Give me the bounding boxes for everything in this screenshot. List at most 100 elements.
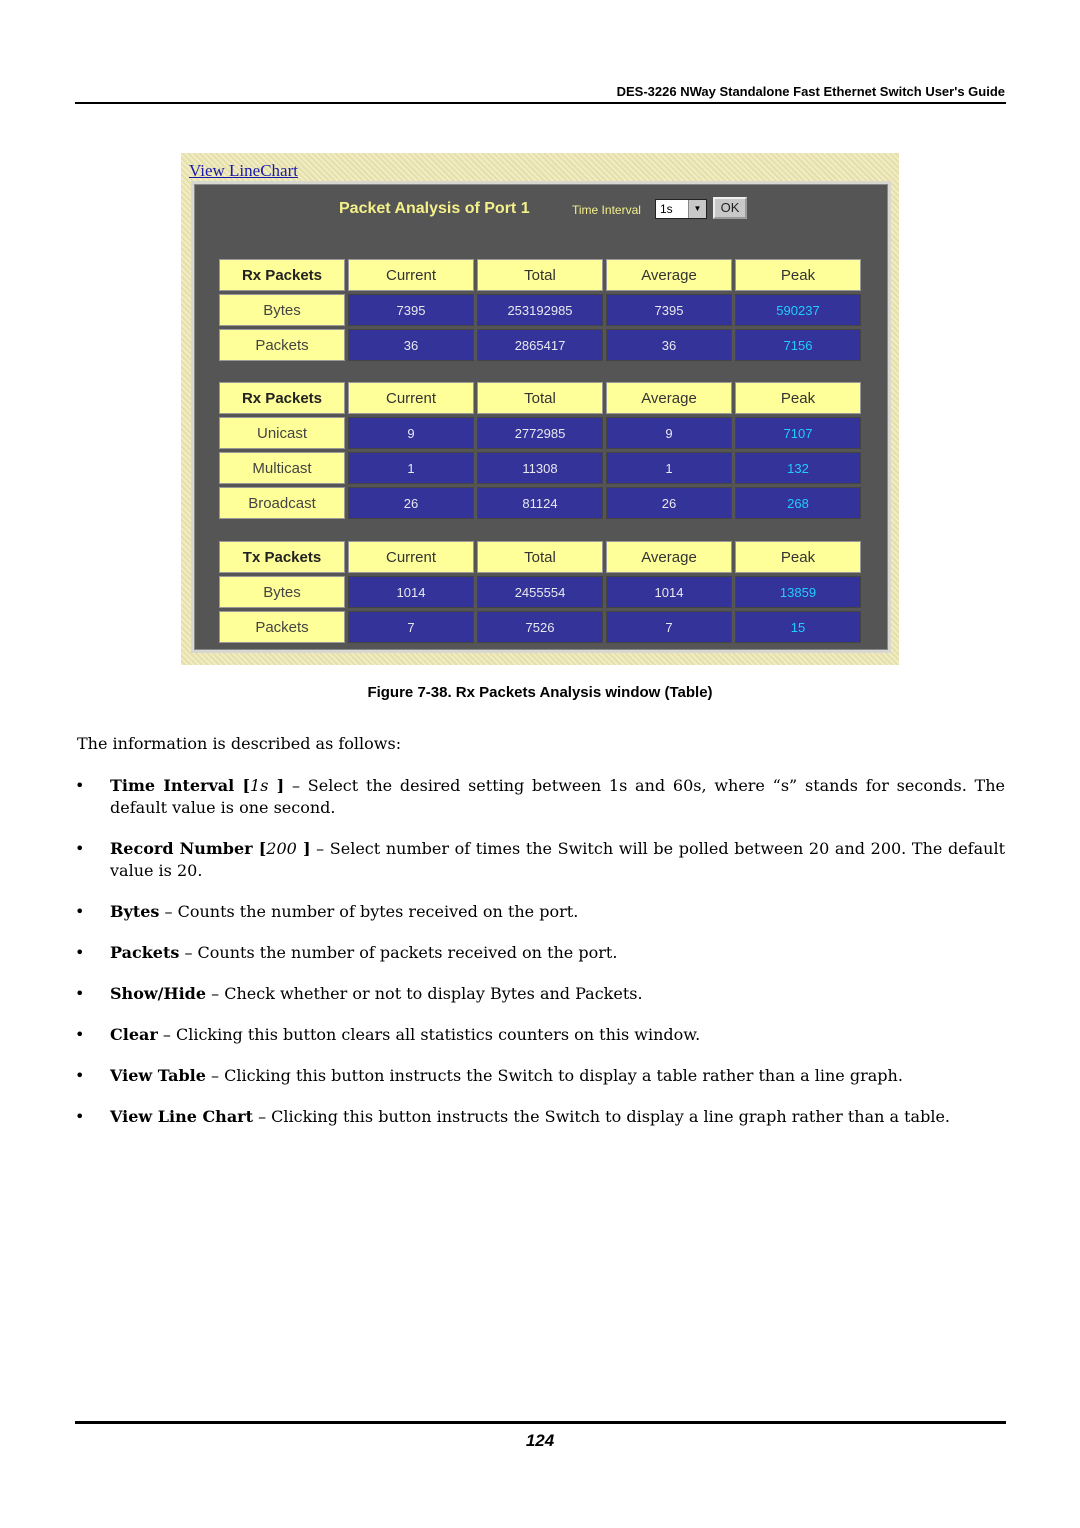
table-row: Bytes 7395 253192985 7395 590237 bbox=[219, 294, 861, 326]
figure-screenshot: View LineChart Packet Analysis of Port 1… bbox=[181, 153, 899, 665]
column-header: Current bbox=[348, 382, 474, 414]
peak-value-cell: 132 bbox=[735, 452, 861, 484]
packet-analysis-panel: Packet Analysis of Port 1 Time Interval … bbox=[191, 181, 891, 653]
ok-button[interactable]: OK bbox=[713, 197, 747, 219]
table-row: Bytes 1014 2455554 1014 13859 bbox=[219, 576, 861, 608]
table-title: Tx Packets bbox=[219, 541, 345, 573]
column-header: Total bbox=[477, 541, 603, 573]
column-header: Peak bbox=[735, 382, 861, 414]
column-header: Peak bbox=[735, 541, 861, 573]
time-interval-value: 1s bbox=[660, 202, 673, 216]
column-header: Peak bbox=[735, 259, 861, 291]
value-cell: 1 bbox=[606, 452, 732, 484]
value-cell: 81124 bbox=[477, 487, 603, 519]
time-interval-label: Time Interval bbox=[572, 203, 641, 217]
value-cell: 7 bbox=[606, 611, 732, 643]
bullet-icon: • bbox=[75, 902, 85, 921]
table-row: Unicast 9 2772985 9 7107 bbox=[219, 417, 861, 449]
figure-caption: Figure 7-38. Rx Packets Analysis window … bbox=[367, 684, 713, 701]
table-title: Rx Packets bbox=[219, 259, 345, 291]
list-item: • View Table – Clicking this button instr… bbox=[75, 1065, 1005, 1087]
rx-packets-bytes-table: Rx Packets Current Total Average Peak Bytes 73… bbox=[216, 256, 864, 364]
list-item: • Packets – Counts the number of packets … bbox=[75, 942, 1005, 964]
bullet-icon: • bbox=[75, 1025, 85, 1044]
value-cell: 2455554 bbox=[477, 576, 603, 608]
peak-value-cell: 268 bbox=[735, 487, 861, 519]
column-header: Total bbox=[477, 382, 603, 414]
value-cell: 26 bbox=[348, 487, 474, 519]
list-item-term: Bytes bbox=[110, 902, 160, 921]
table-header-row: Tx Packets Current Total Average Peak bbox=[219, 541, 861, 573]
value-cell: 1014 bbox=[606, 576, 732, 608]
bullet-icon: • bbox=[75, 839, 85, 858]
peak-value-cell: 13859 bbox=[735, 576, 861, 608]
list-item-term: Record Number [ bbox=[110, 839, 267, 858]
bullet-icon: • bbox=[75, 776, 85, 795]
list-item: • Show/Hide – Check whether or not to dis… bbox=[75, 983, 1005, 1005]
peak-value-cell: 590237 bbox=[735, 294, 861, 326]
row-label: Packets bbox=[219, 329, 345, 361]
list-item-text: – Clicking this button instructs the Swi… bbox=[205, 1066, 903, 1085]
description-list: • Time Interval [1s ] – Select the desire… bbox=[75, 775, 1005, 1147]
list-item-text: – Counts the number of bytes received on… bbox=[159, 902, 579, 921]
column-header: Average bbox=[606, 259, 732, 291]
value-cell: 36 bbox=[606, 329, 732, 361]
list-item: • Time Interval [1s ] – Select the desire… bbox=[75, 775, 1005, 819]
list-item-default-value: 1s bbox=[250, 776, 269, 795]
value-cell: 9 bbox=[348, 417, 474, 449]
page-number: 124 bbox=[525, 1431, 555, 1450]
row-label: Bytes bbox=[219, 294, 345, 326]
value-cell: 11308 bbox=[477, 452, 603, 484]
table-title: Rx Packets bbox=[219, 382, 345, 414]
value-cell: 1014 bbox=[348, 576, 474, 608]
column-header: Current bbox=[348, 259, 474, 291]
column-header: Average bbox=[606, 541, 732, 573]
view-linechart-link[interactable]: View LineChart bbox=[189, 161, 298, 181]
list-item: • View Line Chart – Clicking this button … bbox=[75, 1106, 1005, 1128]
value-cell: 7395 bbox=[606, 294, 732, 326]
list-item-text: – Counts the number of packets received … bbox=[179, 943, 618, 962]
list-item-term-end: ] bbox=[296, 839, 311, 858]
list-item-text: – Check whether or not to display Bytes … bbox=[206, 984, 643, 1003]
table-row: Multicast 1 11308 1 132 bbox=[219, 452, 861, 484]
row-label: Packets bbox=[219, 611, 345, 643]
table-row: Broadcast 26 81124 26 268 bbox=[219, 487, 861, 519]
chevron-down-icon[interactable]: ▼ bbox=[688, 200, 706, 218]
peak-value-cell: 7107 bbox=[735, 417, 861, 449]
rx-packets-cast-table: Rx Packets Current Total Average Peak Unicast… bbox=[216, 379, 864, 522]
panel-title: Packet Analysis of Port 1 bbox=[339, 200, 530, 217]
list-item-term: Time Interval [ bbox=[110, 776, 251, 795]
bullet-icon: • bbox=[75, 943, 85, 962]
value-cell: 36 bbox=[348, 329, 474, 361]
column-header: Average bbox=[606, 382, 732, 414]
time-interval-select[interactable]: 1s ▼ bbox=[655, 199, 707, 219]
list-item-term: Show/Hide bbox=[110, 984, 207, 1003]
list-item-term: View Table bbox=[110, 1066, 206, 1085]
value-cell: 7 bbox=[348, 611, 474, 643]
list-item-text: – Clicking this button clears all statis… bbox=[157, 1025, 701, 1044]
value-cell: 7395 bbox=[348, 294, 474, 326]
list-item: • Clear – Clicking this button clears all… bbox=[75, 1024, 1005, 1046]
table-header-row: Rx Packets Current Total Average Peak bbox=[219, 382, 861, 414]
list-item-term: Clear bbox=[110, 1025, 158, 1044]
table-row: Packets 36 2865417 36 7156 bbox=[219, 329, 861, 361]
table-row: Packets 7 7526 7 15 bbox=[219, 611, 861, 643]
header-rule bbox=[75, 102, 1006, 104]
footer-rule bbox=[75, 1421, 1006, 1424]
list-item-text: – Clicking this button instructs the Swi… bbox=[253, 1107, 950, 1126]
value-cell: 253192985 bbox=[477, 294, 603, 326]
intro-text: The information is described as follows: bbox=[77, 734, 402, 753]
value-cell: 2865417 bbox=[477, 329, 603, 361]
list-item: • Record Number [200 ] – Select number of… bbox=[75, 838, 1005, 882]
bullet-icon: • bbox=[75, 984, 85, 1003]
value-cell: 1 bbox=[348, 452, 474, 484]
column-header: Total bbox=[477, 259, 603, 291]
row-label: Broadcast bbox=[219, 487, 345, 519]
list-item: • Bytes – Counts the number of bytes rece… bbox=[75, 901, 1005, 923]
column-header: Current bbox=[348, 541, 474, 573]
bullet-icon: • bbox=[75, 1066, 85, 1085]
bullet-icon: • bbox=[75, 1107, 85, 1126]
row-label: Unicast bbox=[219, 417, 345, 449]
row-label: Multicast bbox=[219, 452, 345, 484]
peak-value-cell: 15 bbox=[735, 611, 861, 643]
